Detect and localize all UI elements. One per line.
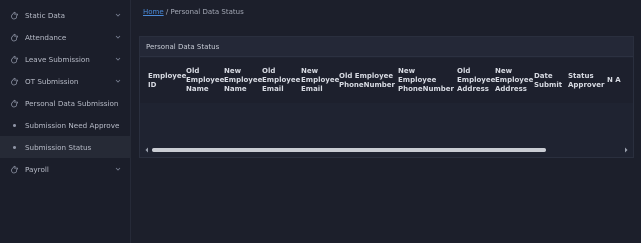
column-header[interactable]: Old Employee Name bbox=[186, 58, 224, 103]
hand-icon bbox=[9, 76, 19, 86]
sidebar-item-label: Payroll bbox=[25, 164, 49, 174]
column-header[interactable]: Old Employee Email bbox=[262, 58, 300, 103]
column-header[interactable]: N A bbox=[607, 58, 633, 103]
sidebar: Static Data Attendance Leave Submission OT … bbox=[0, 0, 131, 243]
column-header[interactable]: Date Submit bbox=[534, 58, 566, 103]
column-header[interactable]: Old Employee PhoneNumber bbox=[339, 58, 396, 103]
breadcrumb-home-link[interactable]: Home bbox=[143, 8, 164, 16]
hand-icon bbox=[9, 98, 19, 108]
scroll-left-arrow-icon[interactable] bbox=[144, 147, 150, 153]
sidebar-item-personal-data-submission[interactable]: Personal Data Submission bbox=[0, 92, 131, 114]
chevron-down-icon bbox=[114, 56, 121, 63]
bullet-icon bbox=[9, 142, 19, 152]
sidebar-item-attendance[interactable]: Attendance bbox=[0, 26, 131, 48]
column-header[interactable]: Old Employee Address bbox=[457, 58, 495, 103]
main-content: Home / Personal Data Status Personal Dat… bbox=[131, 0, 641, 243]
breadcrumb-separator: / bbox=[165, 8, 169, 16]
table-header-row: Employee ID Old Employee Name New Employee… bbox=[140, 58, 633, 103]
chevron-down-icon bbox=[114, 12, 121, 19]
sidebar-item-label: Leave Submission bbox=[25, 54, 90, 64]
column-header[interactable]: Employee ID bbox=[148, 58, 186, 103]
sidebar-item-payroll[interactable]: Payroll bbox=[0, 158, 131, 180]
sidebar-item-static-data[interactable]: Static Data bbox=[0, 4, 131, 26]
bullet-icon bbox=[9, 120, 19, 130]
sidebar-item-leave-submission[interactable]: Leave Submission bbox=[0, 48, 131, 70]
column-header[interactable]: Status Approver bbox=[568, 58, 605, 103]
hand-icon bbox=[9, 32, 19, 42]
column-header[interactable]: New Employee Address bbox=[495, 58, 533, 103]
chevron-down-icon bbox=[114, 34, 121, 41]
column-header[interactable]: New Employee PhoneNumber bbox=[398, 58, 455, 103]
horizontal-scrollbar[interactable] bbox=[140, 146, 633, 154]
hand-icon bbox=[9, 54, 19, 64]
sidebar-item-label: Submission Need Approve bbox=[25, 120, 120, 130]
column-header[interactable]: New Employee Email bbox=[301, 58, 339, 103]
hand-icon bbox=[9, 164, 19, 174]
hand-icon bbox=[9, 10, 19, 20]
sidebar-item-label: Attendance bbox=[25, 32, 67, 42]
card-header: Personal Data Status bbox=[140, 37, 633, 57]
sidebar-item-submission-status[interactable]: Submission Status bbox=[0, 136, 131, 158]
personal-data-status-card: Personal Data Status Employee ID Old Empl… bbox=[139, 36, 634, 158]
card-title: Personal Data Status bbox=[146, 43, 220, 51]
sidebar-item-label: Static Data bbox=[25, 10, 65, 20]
sidebar-item-label: Submission Status bbox=[25, 142, 92, 152]
chevron-down-icon bbox=[114, 166, 121, 173]
scroll-right-arrow-icon[interactable] bbox=[623, 147, 629, 153]
scrollbar-thumb[interactable] bbox=[152, 148, 546, 152]
sidebar-item-label: OT Submission bbox=[25, 76, 79, 86]
column-header[interactable]: New Employee Name bbox=[224, 58, 262, 103]
sidebar-item-label: Personal Data Submission bbox=[25, 98, 119, 108]
breadcrumb-current: Personal Data Status bbox=[170, 8, 244, 16]
sidebar-item-submission-need-approve[interactable]: Submission Need Approve bbox=[0, 114, 131, 136]
breadcrumb: Home / Personal Data Status bbox=[143, 8, 244, 16]
sidebar-item-ot-submission[interactable]: OT Submission bbox=[0, 70, 131, 92]
chevron-down-icon bbox=[114, 78, 121, 85]
